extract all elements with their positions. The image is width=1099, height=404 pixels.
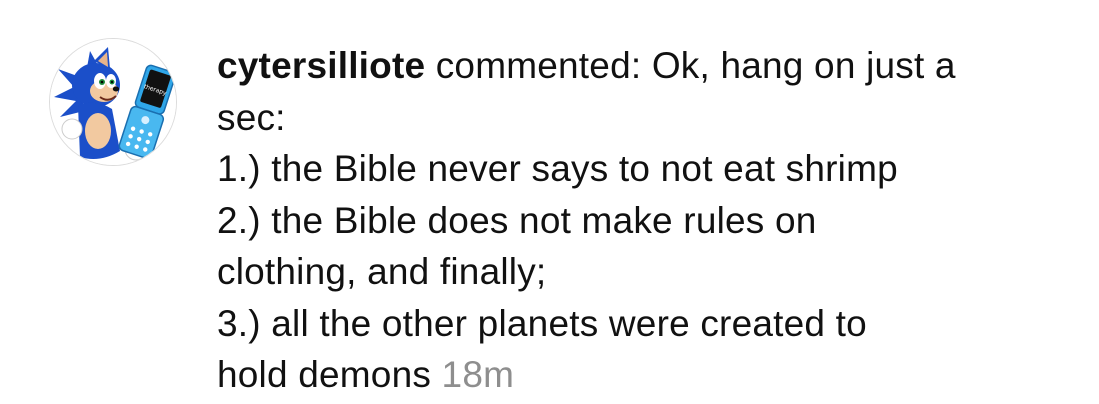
comment-action-text: commented: <box>425 45 652 86</box>
comment-body: cytersilliote commented: Ok, hang on jus… <box>217 40 1077 401</box>
comment-text: hold demons <box>217 354 442 395</box>
comment-text: 2.) the Bible does not make rules on <box>217 199 817 241</box>
sonic-holding-phone-avatar-icon: therapy <box>50 39 176 165</box>
comment-text: sec: <box>217 96 286 138</box>
comment-text: 3.) all the other planets were created t… <box>217 302 867 344</box>
comment-text: clothing, and finally; <box>217 251 547 292</box>
comment-text: 1.) the Bible never says to not eat shri… <box>217 148 898 189</box>
comment-username-link[interactable]: cytersilliote <box>217 45 425 86</box>
comment-timestamp[interactable]: 18m <box>442 354 515 395</box>
comment-item: therapy cytersilliote commented: Ok, han… <box>0 0 1099 404</box>
comment-line-1: cytersilliote commented: Ok, hang on jus… <box>217 40 1077 92</box>
avatar[interactable]: therapy <box>49 38 177 166</box>
comment-text: Ok, hang on just a <box>651 45 956 86</box>
comment-last-line: hold demons 18m <box>217 349 1077 401</box>
